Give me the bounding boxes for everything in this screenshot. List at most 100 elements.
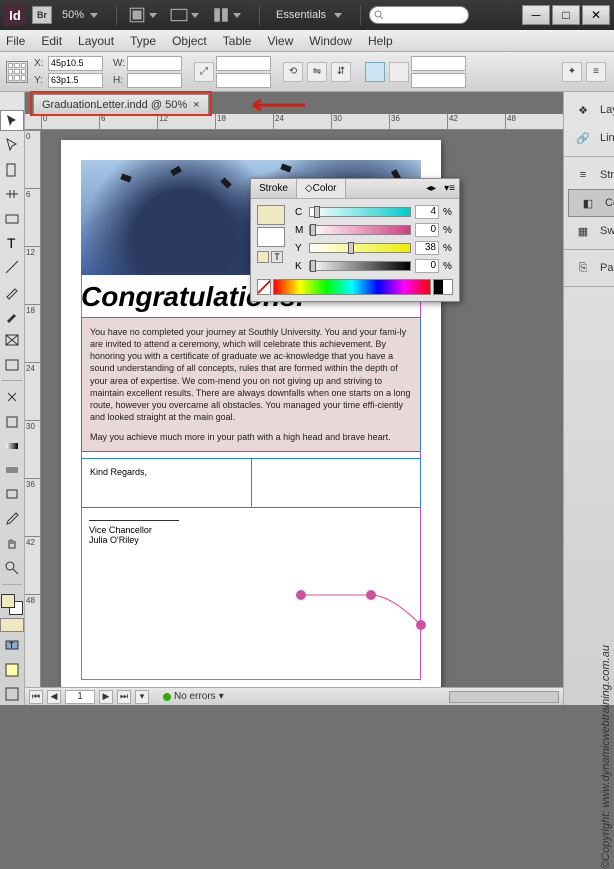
scale-x-input[interactable] xyxy=(216,56,271,71)
color-stroke-swatch[interactable] xyxy=(257,227,285,247)
close-button[interactable]: ✕ xyxy=(582,5,610,25)
color-panel-menu-icon[interactable]: ▾≡ xyxy=(440,183,459,194)
hand-tool[interactable] xyxy=(0,533,24,554)
color-panel-tab-color[interactable]: ◇ Color xyxy=(297,179,346,198)
normal-view-icon[interactable] xyxy=(0,659,24,680)
body-text-frame[interactable]: You have no completed your journey at So… xyxy=(81,317,421,452)
search-input[interactable] xyxy=(369,6,469,24)
preflight-status[interactable]: No errors ▾ xyxy=(163,691,224,702)
reference-point[interactable] xyxy=(6,61,28,83)
first-page-button[interactable]: ⏮ xyxy=(29,690,43,704)
signature-frame[interactable]: Kind Regards, xyxy=(81,458,421,508)
quick-apply-icon[interactable]: ✦ xyxy=(562,62,582,82)
zoom-tool[interactable] xyxy=(0,557,24,578)
minimize-button[interactable]: ─ xyxy=(522,5,550,25)
ruler-vertical[interactable]: 0612182430364248 xyxy=(25,130,41,687)
note-tool[interactable] xyxy=(0,484,24,505)
workspace-dropdown-icon[interactable] xyxy=(334,13,342,18)
format-container-icon[interactable]: T xyxy=(0,635,24,656)
container-format-icon[interactable] xyxy=(257,251,269,263)
x-input[interactable] xyxy=(48,56,103,71)
rectangle-frame-tool[interactable] xyxy=(0,330,24,351)
arrange-icon[interactable] xyxy=(212,6,230,24)
zoom-select[interactable]: 50% xyxy=(62,9,84,21)
document-tab[interactable]: GraduationLetter.indd @ 50% × xyxy=(33,94,209,114)
none-swatch-icon[interactable] xyxy=(257,279,271,295)
gradient-swatch-tool[interactable] xyxy=(0,435,24,456)
spectrum-picker[interactable] xyxy=(273,279,431,295)
panel-stroke[interactable]: ≡Stroke xyxy=(564,161,614,189)
panel-layers[interactable]: ❖Layers xyxy=(564,96,614,124)
screen-mode-icon[interactable] xyxy=(170,6,188,24)
path-anchors[interactable] xyxy=(291,585,431,640)
rectangle-tool[interactable] xyxy=(0,354,24,375)
m-value[interactable]: 0 xyxy=(415,223,439,237)
selection-tool[interactable] xyxy=(0,110,24,131)
w-input[interactable] xyxy=(127,56,182,71)
menu-window[interactable]: Window xyxy=(309,34,352,48)
c-slider[interactable] xyxy=(309,207,411,217)
gap-tool[interactable] xyxy=(0,183,24,204)
rotate-icon[interactable]: ⟲ xyxy=(283,62,303,82)
text-format-icon[interactable]: T xyxy=(271,251,283,263)
black-white-swatch[interactable] xyxy=(433,279,453,295)
h-input[interactable] xyxy=(127,73,182,88)
panel-color[interactable]: ◧Color xyxy=(568,189,614,217)
stroke-weight-input[interactable] xyxy=(411,56,466,71)
color-panel-collapse-icon[interactable]: ◂▸ xyxy=(422,183,440,194)
free-transform-tool[interactable] xyxy=(0,411,24,432)
last-page-button[interactable]: ⏭ xyxy=(117,690,131,704)
menu-object[interactable]: Object xyxy=(172,34,207,48)
menu-type[interactable]: Type xyxy=(130,34,156,48)
line-tool[interactable] xyxy=(0,256,24,277)
c-value[interactable]: 4 xyxy=(415,205,439,219)
preview-mode-icon[interactable] xyxy=(0,683,24,704)
direct-selection-tool[interactable] xyxy=(0,134,24,155)
page-tool[interactable] xyxy=(0,159,24,180)
panel-links[interactable]: 🔗Links xyxy=(564,124,614,152)
panel-menu-icon[interactable]: ≡ xyxy=(586,62,606,82)
horizontal-scrollbar[interactable] xyxy=(449,691,559,703)
content-collector-tool[interactable] xyxy=(0,208,24,229)
y-value[interactable]: 38 xyxy=(415,241,439,255)
color-panel[interactable]: Stroke ◇ Color ◂▸ ▾≡ T C4% M0% Y38% K0% xyxy=(250,178,460,302)
prev-page-button[interactable]: ◀ xyxy=(47,690,61,704)
workspace-select[interactable]: Essentials xyxy=(276,9,326,21)
apply-color-icon[interactable] xyxy=(0,618,24,632)
vc-frame[interactable]: Vice Chancellor Julia O'Riley xyxy=(81,512,421,553)
m-slider[interactable] xyxy=(309,225,411,235)
flip-v-icon[interactable]: ⇵ xyxy=(331,62,351,82)
fill-swatch-icon[interactable] xyxy=(365,62,385,82)
document-tab-close-icon[interactable]: × xyxy=(193,99,199,111)
open-pages-button[interactable]: ▾ xyxy=(135,690,149,704)
panel-swatches[interactable]: ▦Swatches xyxy=(564,217,614,245)
page-number-input[interactable]: 1 xyxy=(65,690,95,704)
pen-tool[interactable] xyxy=(0,281,24,302)
scissors-tool[interactable] xyxy=(0,386,24,407)
scale-y-input[interactable] xyxy=(216,73,271,88)
maximize-button[interactable]: □ xyxy=(552,5,580,25)
view-dropdown-icon[interactable] xyxy=(149,13,157,18)
flip-h-icon[interactable]: ⇋ xyxy=(307,62,327,82)
fill-stroke-swatch[interactable] xyxy=(1,594,23,615)
view-options-icon[interactable] xyxy=(128,6,146,24)
menu-edit[interactable]: Edit xyxy=(41,34,62,48)
color-fill-swatch[interactable] xyxy=(257,205,285,225)
screen-dropdown-icon[interactable] xyxy=(191,13,199,18)
scale-icon[interactable]: ⤢ xyxy=(194,62,214,82)
gradient-feather-tool[interactable] xyxy=(0,460,24,481)
type-tool[interactable]: T xyxy=(0,232,24,253)
color-panel-tab-stroke[interactable]: Stroke xyxy=(251,179,297,198)
stroke-swatch-icon[interactable] xyxy=(389,62,409,82)
pencil-tool[interactable] xyxy=(0,305,24,326)
stroke-style-input[interactable] xyxy=(411,73,466,88)
menu-layout[interactable]: Layout xyxy=(78,34,114,48)
menu-help[interactable]: Help xyxy=(368,34,393,48)
bridge-badge[interactable]: Br xyxy=(32,6,52,24)
k-slider[interactable] xyxy=(309,261,411,271)
y-slider[interactable] xyxy=(309,243,411,253)
zoom-dropdown-icon[interactable] xyxy=(90,13,98,18)
panel-pages[interactable]: ⎘Pages xyxy=(564,254,614,282)
next-page-button[interactable]: ▶ xyxy=(99,690,113,704)
eyedropper-tool[interactable] xyxy=(0,508,24,529)
